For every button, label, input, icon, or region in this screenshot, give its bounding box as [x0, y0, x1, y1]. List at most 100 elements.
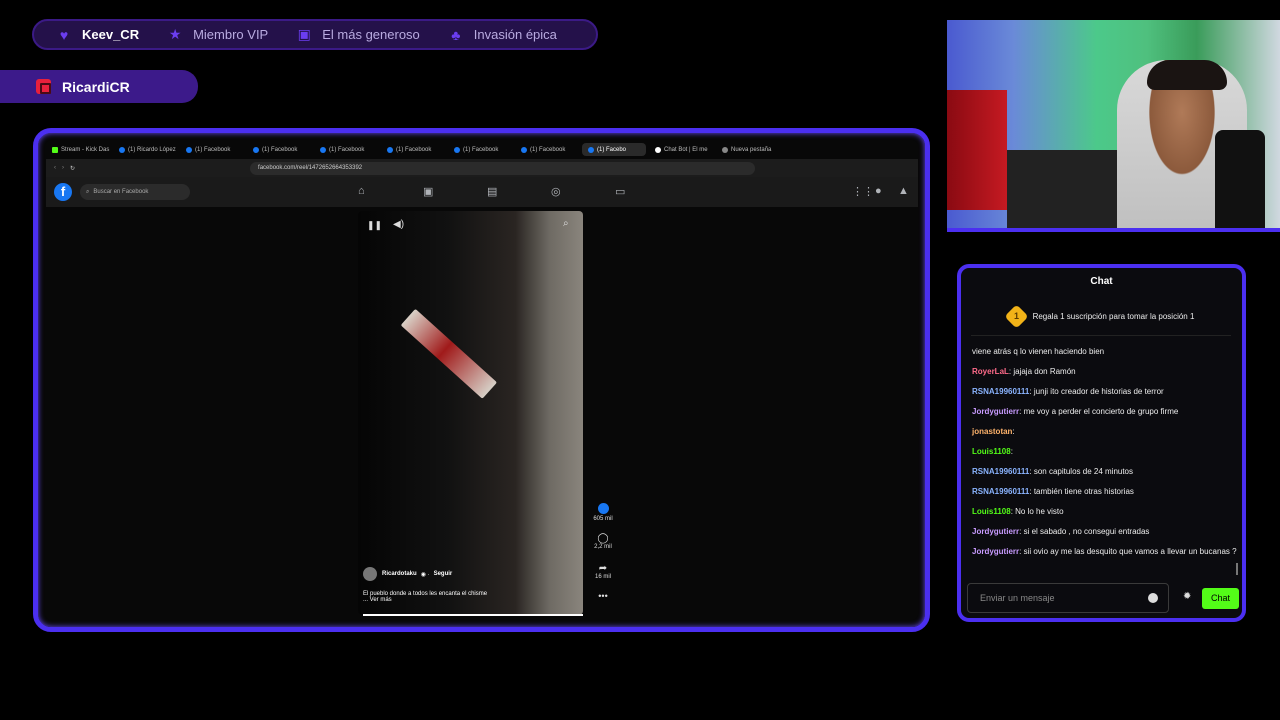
browser-tab[interactable]: Chat Bot | El me [649, 143, 713, 156]
group-icon: ♣ [451, 26, 461, 43]
kick-icon [36, 79, 51, 94]
reel-video[interactable]: ❚❚ ◀) ⌕ [358, 211, 583, 615]
like-count: 605 mil [593, 516, 613, 522]
chat-message: jonastotan: [972, 425, 1240, 439]
gift-prompt: Regala 1 suscripción para tomar la posic… [1032, 312, 1195, 321]
facebook-favicon-icon [119, 146, 125, 153]
comment-button[interactable]: ◯ 2,2 mil [591, 533, 615, 550]
browser-tab-active[interactable]: (1) Facebo [582, 143, 646, 156]
tab-label: Chat Bot | El me [664, 146, 708, 153]
video-progress-bar[interactable] [363, 614, 583, 616]
url-text: facebook.com/reel/1472652664353392 [258, 165, 363, 171]
zoom-icon[interactable]: ⌕ [563, 218, 569, 229]
chat-message: RSNA19960111: son capitulos de 24 minuto… [972, 465, 1240, 479]
browser-tab[interactable]: Stream - Kick Das [46, 143, 110, 156]
like-button[interactable]: 605 mil [591, 503, 615, 522]
chat-scrollbar[interactable] [1236, 563, 1238, 575]
gaming-icon[interactable]: ▭ [615, 185, 625, 198]
webcam-background-panel [947, 90, 1007, 210]
browser-tab[interactable]: Nueva pestaña [716, 143, 780, 156]
browser-tab[interactable]: (1) Facebook [180, 143, 244, 156]
chat-send-button[interactable]: Chat [1202, 588, 1239, 609]
star-icon: ★ [168, 26, 182, 42]
share-icon: ➦ [598, 563, 608, 574]
groups-icon[interactable]: ◎ [551, 185, 561, 198]
menu-grid-icon[interactable]: ⋮⋮ [852, 185, 874, 198]
facebook-favicon-icon [253, 146, 259, 153]
facebook-search-input[interactable]: ⌕ Buscar en Facebook [80, 184, 190, 200]
like-icon [597, 503, 609, 514]
gift-leaderboard-banner[interactable]: 1 Regala 1 suscripción para tomar la pos… [971, 298, 1231, 336]
chat-username[interactable]: jonastotan [972, 427, 1012, 436]
chat-message: Louis1108: No lo he visto [972, 505, 1240, 519]
messenger-icon[interactable]: ● [875, 185, 882, 197]
volume-icon[interactable]: ◀) [393, 219, 404, 230]
chat-username[interactable]: Louis1108 [972, 447, 1011, 456]
browser-capture: Stream - Kick Das (1) Ricardo López (1) … [33, 128, 930, 632]
comment-icon: ◯ [597, 533, 609, 544]
share-button[interactable]: ➦ 16 mil [591, 563, 615, 580]
chat-message: Louis1108: [972, 445, 1240, 459]
top-item-label: Invasión épica [473, 27, 557, 42]
chat-username[interactable]: Jordygutierr [972, 547, 1019, 556]
home-icon[interactable]: ⌂ [358, 185, 365, 197]
chat-username[interactable]: RoyerLaL [972, 367, 1009, 376]
kick-favicon-icon [52, 146, 58, 153]
chat-username[interactable]: Jordygutierr [972, 407, 1019, 416]
tab-label: (1) Facebook [195, 146, 231, 153]
chat-panel: Chat 1 Regala 1 suscripción para tomar l… [957, 264, 1246, 622]
reels-icon[interactable]: ▣ [423, 185, 433, 198]
notifications-icon[interactable]: ▲ [898, 185, 909, 197]
chat-username[interactable]: Jordygutierr [972, 527, 1019, 536]
tab-label: (1) Ricardo López [128, 146, 176, 153]
pause-icon[interactable]: ❚❚ [367, 220, 382, 231]
chat-username[interactable]: RSNA19960111 [972, 387, 1029, 396]
chat-text: : No lo he visto [1010, 507, 1064, 516]
chat-message: Jordygutierr: si el sabado , no consegui… [972, 525, 1240, 539]
chat-text: : me voy a perder el concierto de grupo … [1019, 407, 1179, 416]
chat-text: : también tiene otras historias [1029, 487, 1134, 496]
facebook-logo-icon[interactable]: f [54, 183, 72, 201]
browser-tab[interactable]: (1) Facebook [515, 143, 579, 156]
reload-icon[interactable]: ↻ [70, 165, 75, 172]
emoji-icon[interactable] [1148, 593, 1158, 603]
chat-text: viene atrás q lo vienen haciendo bien [972, 347, 1105, 356]
browser-tab[interactable]: (1) Facebook [448, 143, 512, 156]
browser-tab[interactable]: (1) Facebook [381, 143, 445, 156]
tab-label: (1) Facebook [463, 146, 499, 153]
reel-author[interactable]: Ricardotaku [382, 571, 417, 577]
search-placeholder: Buscar en Facebook [93, 189, 149, 195]
avatar[interactable] [363, 567, 377, 581]
reel-caption-block: Ricardotaku ◉ · Seguir El pueblo donde a… [363, 567, 523, 603]
facebook-favicon-icon [320, 146, 326, 153]
chat-message: viene atrás q lo vienen haciendo bien [972, 345, 1240, 359]
browser-tab[interactable]: (1) Facebook [247, 143, 311, 156]
more-options-icon[interactable]: ••• [591, 591, 615, 601]
facebook-favicon-icon [454, 146, 460, 153]
chat-username[interactable]: RSNA19960111 [972, 467, 1029, 476]
streamer-hair [1147, 60, 1227, 90]
browser-tab[interactable]: (1) Ricardo López [113, 143, 177, 156]
tab-label: Nueva pestaña [731, 146, 772, 153]
follow-link[interactable]: Seguir [434, 571, 453, 577]
new-tab-favicon-icon [722, 146, 728, 153]
top-item-keev: ♥ Keev_CR [56, 27, 139, 43]
back-icon[interactable]: ‹ [54, 165, 56, 171]
browser-tab[interactable]: (1) Facebook [314, 143, 378, 156]
top-item-label: El más generoso [322, 27, 420, 42]
chat-username[interactable]: Louis1108 [972, 507, 1011, 516]
forward-icon[interactable]: › [62, 165, 64, 171]
marketplace-icon[interactable]: ▤ [487, 185, 497, 198]
tab-label: (1) Facebo [597, 146, 627, 153]
knife-image [400, 308, 498, 399]
share-count: 16 mil [594, 574, 611, 580]
chat-message: Jordygutierr: sii ovio ay me las desquit… [972, 545, 1240, 559]
see-more-link[interactable]: ... Ver más [363, 597, 523, 603]
gear-icon[interactable]: ✹ [1183, 591, 1191, 602]
chat-text: : junji ito creador de historias de terr… [1029, 387, 1164, 396]
chat-username[interactable]: RSNA19960111 [972, 487, 1029, 496]
url-field[interactable]: facebook.com/reel/1472652664353392 [250, 161, 756, 175]
chat-input[interactable]: Enviar un mensaje [967, 583, 1169, 613]
chat-message: RoyerLaL: jajaja don Ramón [972, 365, 1240, 379]
facebook-navbar: f ⌕ Buscar en Facebook ⌂ ▣ ▤ ◎ ▭ ⋮⋮ ● ▲ [46, 177, 918, 207]
